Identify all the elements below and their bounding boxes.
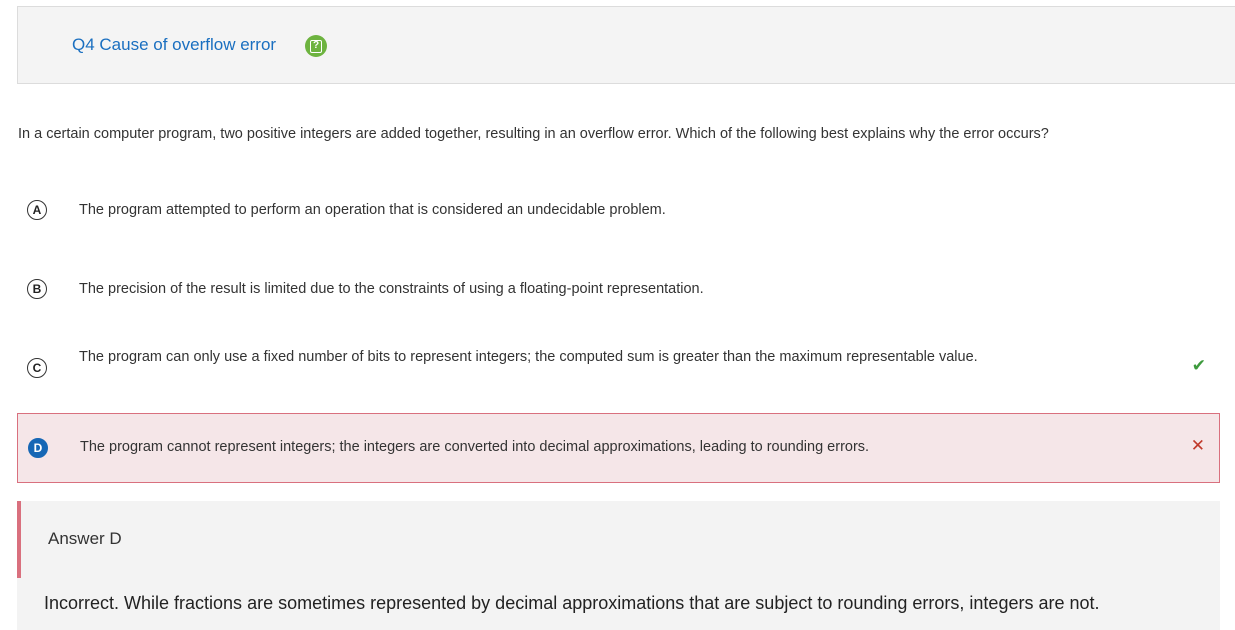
explanation-title: Answer D bbox=[48, 529, 122, 548]
option-text-b: The precision of the result is limited d… bbox=[79, 281, 704, 297]
answer-option-b[interactable]: B The precision of the result is limited… bbox=[17, 272, 1220, 306]
question-text: In a certain computer program, two posit… bbox=[18, 126, 1049, 142]
option-letter-a: A bbox=[27, 200, 47, 220]
option-text-c: The program can only use a fixed number … bbox=[79, 349, 978, 365]
help-icon-glyph: ? bbox=[310, 39, 322, 53]
option-text-a: The program attempted to perform an oper… bbox=[79, 202, 666, 218]
check-icon: ✔ bbox=[1191, 356, 1206, 375]
answer-option-c[interactable]: C The program can only use a fixed numbe… bbox=[17, 343, 1220, 393]
help-icon[interactable]: ? bbox=[305, 35, 327, 57]
answer-option-d[interactable]: D The program cannot represent integers;… bbox=[17, 413, 1220, 483]
question-title[interactable]: Q4 Cause of overflow error bbox=[72, 35, 276, 55]
question-header: Q4 Cause of overflow error ? bbox=[17, 6, 1235, 84]
answer-explanation: Answer D Incorrect. While fractions are … bbox=[17, 501, 1220, 630]
close-icon: ✕ bbox=[1190, 436, 1205, 455]
explanation-accent-bar bbox=[17, 501, 21, 578]
option-text-d: The program cannot represent integers; t… bbox=[80, 439, 870, 455]
answer-option-a[interactable]: A The program attempted to perform an op… bbox=[17, 193, 1220, 227]
option-letter-b: B bbox=[27, 279, 47, 299]
option-letter-c: C bbox=[27, 358, 47, 378]
explanation-body: Incorrect. While fractions are sometimes… bbox=[44, 593, 1100, 613]
option-letter-d: D bbox=[28, 438, 48, 458]
